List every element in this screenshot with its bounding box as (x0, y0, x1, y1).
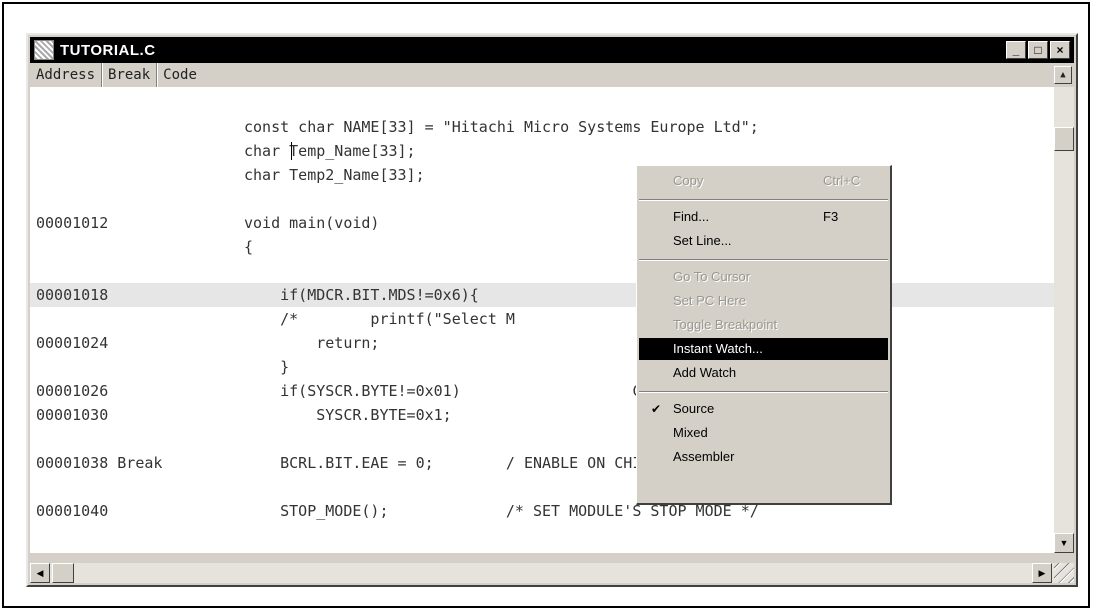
menu-item-label: Find... (673, 209, 710, 224)
line-code: char Temp_Name[33]; (244, 142, 416, 160)
menu-item-label: Set Line... (673, 233, 732, 248)
menu-item-label: Copy (673, 173, 704, 188)
menu-item-find[interactable]: Find... F3 (639, 206, 888, 228)
line-code: char Temp2_Name[33]; (244, 166, 425, 184)
resize-grip-icon[interactable] (1054, 563, 1074, 583)
context-menu: Copy Ctrl+C Find... F3 Set Line... Go To Curs… (636, 165, 892, 505)
menu-item-set-pc-here[interactable]: Set PC Here (639, 290, 888, 312)
column-break[interactable]: Break (102, 63, 158, 87)
code-line[interactable]: 00001012 void main(void) (30, 211, 1054, 235)
line-code: { (244, 238, 254, 256)
code-line[interactable] (30, 427, 1054, 451)
vertical-scroll-thumb[interactable] (1054, 127, 1074, 151)
menu-separator (639, 199, 888, 201)
menu-item-shortcut: F3 (823, 209, 839, 224)
menu-item-go-to-cursor[interactable]: Go To Cursor (639, 266, 888, 288)
menu-item-shortcut: Ctrl+C (823, 173, 861, 188)
menu-separator (639, 259, 888, 261)
menu-item-copy[interactable]: Copy Ctrl+C (639, 170, 888, 192)
code-line[interactable]: 00001024 return; (30, 331, 1054, 355)
line-address: 00001024 (36, 334, 109, 352)
menu-item-instant-watch[interactable]: Instant Watch... (639, 338, 888, 360)
menu-item-assembler[interactable]: Assembler (639, 446, 888, 468)
scroll-down-arrow-icon[interactable]: ▼ (1054, 533, 1074, 553)
scroll-right-arrow-icon[interactable]: ▶ (1032, 563, 1052, 583)
code-line[interactable]: const char NAME[33] = "Hitachi Micro Sys… (30, 115, 1054, 139)
column-header: Address Break Code ▲ (30, 63, 1074, 87)
menu-item-label: Go To Cursor (673, 269, 751, 284)
column-address[interactable]: Address (30, 63, 103, 87)
line-code: return; (244, 334, 380, 352)
code-line[interactable]: /* printf("Select M ; */ (30, 307, 1054, 331)
code-line[interactable]: { (30, 235, 1054, 259)
menu-item-toggle-breakpoint[interactable]: Toggle Breakpoint (639, 314, 888, 336)
menu-item-label: Mixed (673, 425, 708, 440)
line-code: } (244, 358, 290, 376)
line-address: 00001038 Break (36, 454, 163, 472)
menu-item-label: Toggle Breakpoint (673, 317, 778, 332)
maximize-button[interactable]: □ (1028, 41, 1048, 59)
code-line[interactable]: } (30, 355, 1054, 379)
window-controls: _ □ × (1006, 41, 1070, 59)
line-address: 00001026 (36, 382, 109, 400)
code-line[interactable]: 00001018 if(MDCR.BIT.MDS!=0x6){ E 6 IS S… (30, 283, 1054, 307)
menu-item-set-line[interactable]: Set Line... (639, 230, 888, 252)
menu-item-add-watch[interactable]: Add Watch (639, 362, 888, 384)
line-address: 00001018 (36, 286, 109, 304)
code-line[interactable]: 00001030 SYSCR.BYTE=0x1; (30, 403, 1054, 427)
code-view[interactable]: const char NAME[33] = "Hitachi Micro Sys… (30, 87, 1054, 553)
document-icon (34, 40, 54, 60)
code-line[interactable] (30, 475, 1054, 499)
checkmark-icon: ✔ (651, 402, 662, 416)
column-code[interactable]: Code (157, 63, 203, 87)
code-line[interactable] (30, 91, 1054, 115)
scroll-left-arrow-icon[interactable]: ◀ (30, 563, 50, 583)
code-line[interactable] (30, 187, 1054, 211)
menu-separator (639, 391, 888, 393)
title-bar[interactable]: TUTORIAL.C _ □ × (30, 37, 1074, 63)
line-address: 00001012 (36, 214, 109, 232)
code-line[interactable]: 00001026 if(SYSCR.BYTE!=0x01) CHIP RAM I… (30, 379, 1054, 403)
line-address: 00001030 (36, 406, 109, 424)
line-code: const char NAME[33] = "Hitachi Micro Sys… (244, 118, 759, 136)
menu-item-label: Instant Watch... (673, 341, 763, 356)
horizontal-scrollbar[interactable]: ◀ ▶ (30, 563, 1074, 583)
code-line[interactable] (30, 259, 1054, 283)
line-address: 00001040 (36, 502, 109, 520)
menu-item-mixed[interactable]: Mixed (639, 422, 888, 444)
code-line[interactable]: char Temp2_Name[33]; (30, 163, 1054, 187)
scroll-up-arrow-icon[interactable]: ▲ (1054, 66, 1072, 84)
menu-item-label: Set PC Here (673, 293, 746, 308)
code-line[interactable]: 00001040 STOP_MODE(); /* SET MODULE'S ST… (30, 499, 1054, 523)
horizontal-scroll-thumb[interactable] (52, 563, 74, 583)
menu-item-label: Source (673, 401, 715, 416)
menu-item-label: Assembler (673, 449, 735, 464)
code-line[interactable]: char Temp_Name[33]; (30, 139, 1054, 163)
menu-item-source[interactable]: ✔ Source (639, 398, 888, 420)
close-button[interactable]: × (1050, 41, 1070, 59)
source-window: TUTORIAL.C _ □ × Address Break Code ▲ co… (26, 33, 1078, 587)
window-title: TUTORIAL.C (60, 41, 156, 59)
minimize-button[interactable]: _ (1006, 41, 1026, 59)
line-code: void main(void) (244, 214, 380, 232)
code-line[interactable]: 00001038 Break BCRL.BIT.EAE = 0; / ENABL… (30, 451, 1054, 475)
line-code: SYSCR.BYTE=0x1; (244, 406, 452, 424)
menu-item-label: Add Watch (673, 365, 737, 380)
vertical-scrollbar[interactable]: ▼ (1054, 87, 1074, 553)
text-cursor (291, 142, 292, 160)
